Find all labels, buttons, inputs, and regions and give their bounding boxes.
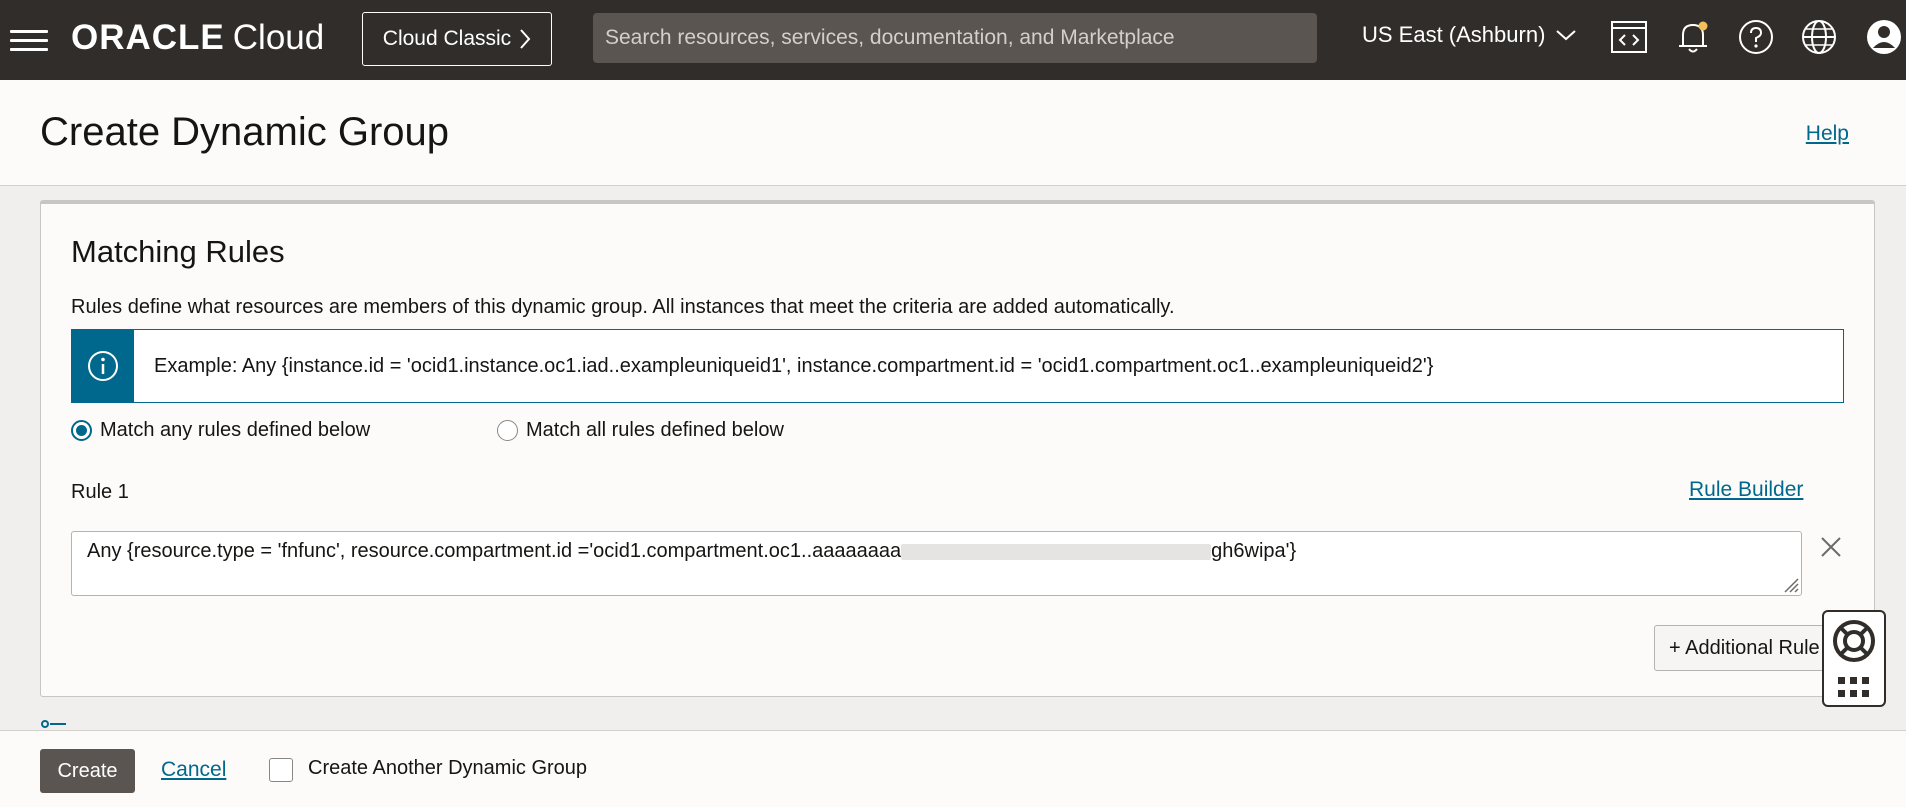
create-button[interactable]: Create [40, 749, 135, 793]
region-label: US East (Ashburn) [1362, 22, 1546, 47]
cancel-link[interactable]: Cancel [161, 758, 226, 782]
page-title: Create Dynamic Group [40, 110, 450, 154]
notifications-bell-icon[interactable] [1673, 17, 1713, 57]
form-footer: Create Cancel Create Another Dynamic Gro… [0, 730, 1906, 807]
rule-text-start: Any {resource.type = 'fnfunc', resource.… [87, 540, 902, 562]
resize-grip-icon[interactable] [1781, 575, 1799, 593]
page-header: Create Dynamic Group Help [0, 80, 1906, 186]
radio-match-all[interactable]: Match all rules defined below [497, 419, 784, 442]
hamburger-menu-icon[interactable] [10, 24, 48, 54]
radio-button-unchecked[interactable] [497, 420, 518, 441]
radio-match-all-label: Match all rules defined below [526, 419, 784, 441]
code-editor-icon[interactable] [1609, 17, 1649, 57]
cloud-classic-button[interactable]: Cloud Classic [362, 12, 552, 66]
section-description: Rules define what resources are members … [71, 296, 1175, 318]
chevron-down-icon [1556, 30, 1577, 41]
region-selector[interactable]: US East (Ashburn) [1362, 22, 1577, 48]
top-navigation-bar: ORACLE Cloud Cloud Classic Search resour… [0, 0, 1906, 80]
floating-help-widget[interactable] [1822, 610, 1886, 707]
search-placeholder: Search resources, services, documentatio… [605, 26, 1175, 49]
additional-rule-label: + Additional Rule [1669, 636, 1820, 659]
rule-builder-link[interactable]: Rule Builder [1689, 478, 1803, 502]
lifebuoy-icon [1833, 619, 1875, 662]
example-info-box: Example: Any {instance.id = 'ocid1.insta… [71, 329, 1844, 403]
section-title: Matching Rules [71, 234, 285, 269]
chevron-right-icon [520, 29, 531, 49]
help-link[interactable]: Help [1806, 122, 1849, 146]
help-question-icon[interactable] [1736, 17, 1776, 57]
rule-label: Rule 1 [71, 481, 129, 503]
radio-button-checked[interactable] [71, 420, 92, 441]
rule-text-end: gh6wipa'} [1211, 540, 1297, 562]
create-another-checkbox[interactable] [269, 758, 293, 782]
search-input[interactable]: Search resources, services, documentatio… [593, 13, 1317, 63]
radio-match-any[interactable]: Match any rules defined below [71, 419, 370, 442]
language-globe-icon[interactable] [1799, 17, 1839, 57]
matching-rules-panel: Matching Rules Rules define what resourc… [40, 200, 1875, 697]
rule-textarea[interactable]: Any {resource.type = 'fnfunc', resource.… [71, 531, 1802, 596]
oracle-cloud-logo[interactable]: ORACLE Cloud [71, 18, 324, 58]
info-icon [72, 330, 134, 402]
redacted-text [901, 543, 1212, 560]
cloud-classic-label: Cloud Classic [382, 27, 512, 50]
apps-grid-icon [1838, 677, 1869, 698]
radio-match-any-label: Match any rules defined below [100, 419, 371, 441]
logo-brand: ORACLE [71, 18, 225, 57]
close-icon[interactable] [1816, 532, 1846, 562]
logo-product: Cloud [232, 18, 325, 57]
example-text: Example: Any {instance.id = 'ocid1.insta… [154, 354, 1434, 377]
create-another-label: Create Another Dynamic Group [308, 757, 588, 779]
user-profile-icon[interactable] [1864, 17, 1904, 57]
additional-rule-button[interactable]: + Additional Rule [1654, 625, 1844, 671]
